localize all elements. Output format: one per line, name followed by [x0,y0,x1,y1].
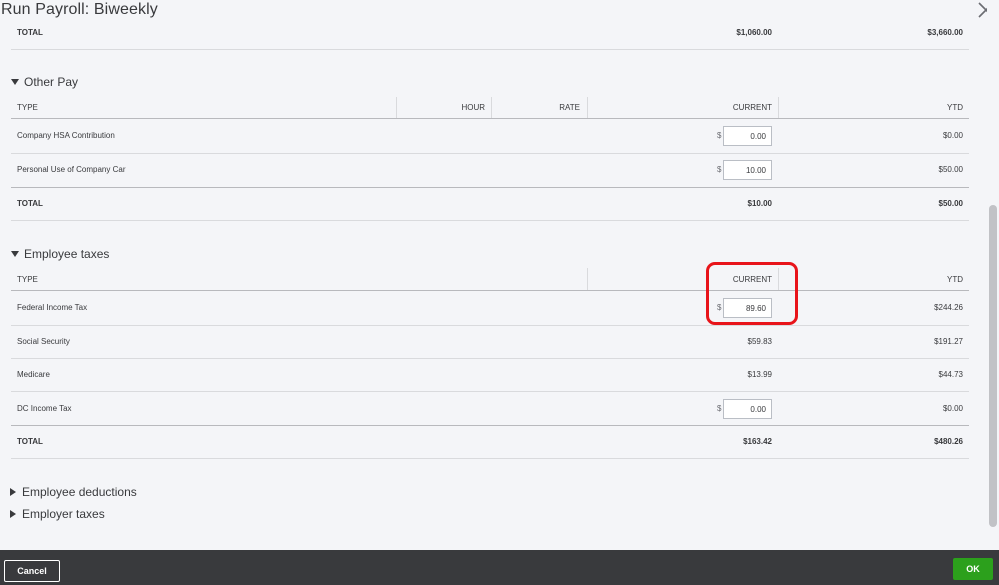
row-ytd: $0.00 [942,131,963,140]
row-type: Company HSA Contribution [17,131,115,140]
ok-button[interactable]: OK [953,558,993,580]
company-car-amount-input[interactable] [723,160,772,180]
currency-symbol: $ [717,165,722,174]
column-divider [587,268,588,290]
dc-income-tax-amount-input[interactable] [723,399,772,419]
highlight-annotation [706,262,798,325]
column-divider [491,97,492,118]
row-divider [11,358,969,359]
column-header-hour: HOUR [461,103,485,112]
employee-deductions-section-toggle[interactable]: Employee deductions [9,485,137,499]
other-pay-total-current: $10.00 [747,199,772,208]
currency-symbol: $ [717,404,722,413]
employee-taxes-total-current: $163.42 [743,437,772,446]
caret-right-icon [10,510,16,518]
column-divider [396,97,397,118]
column-header-current: CURRENT [732,103,772,112]
earnings-total-current: $1,060.00 [736,28,772,37]
earnings-total-label: TOTAL [17,28,43,37]
run-payroll-dialog: Run Payroll: Biweekly TOTAL $1,060.00 $3… [0,0,999,585]
header-divider [11,290,969,291]
other-pay-title: Other Pay [24,75,79,89]
row-current: $59.83 [747,337,772,346]
earnings-total-ytd: $3,660.00 [927,28,963,37]
column-header-ytd: YTD [947,275,963,284]
row-type: Personal Use of Company Car [17,165,126,174]
hsa-contribution-amount-input[interactable] [723,126,772,146]
other-pay-section-toggle[interactable]: Other Pay [11,75,78,89]
column-header-type: TYPE [17,275,38,284]
row-ytd: $244.26 [934,303,963,312]
other-pay-total-label: TOTAL [17,199,43,208]
column-header-rate: RATE [559,103,580,112]
dialog-footer: Cancel OK [0,550,999,585]
row-ytd: $50.00 [938,165,963,174]
divider [11,458,969,459]
employee-deductions-title: Employee deductions [22,485,137,499]
row-type: Social Security [17,337,70,346]
row-current: $13.99 [747,370,772,379]
cancel-button[interactable]: Cancel [4,560,60,582]
header-divider [11,118,969,119]
column-header-type: TYPE [17,103,38,112]
caret-right-icon [10,488,16,496]
row-divider [11,187,969,188]
row-ytd: $191.27 [934,337,963,346]
row-type: DC Income Tax [17,404,72,413]
employee-taxes-section-toggle[interactable]: Employee taxes [11,247,109,261]
employer-taxes-section-toggle[interactable]: Employer taxes [9,507,105,521]
row-ytd: $44.73 [938,370,963,379]
employer-taxes-title: Employer taxes [22,507,105,521]
caret-down-icon [11,251,19,257]
row-divider [11,425,969,426]
row-divider [11,153,969,154]
divider [11,220,969,221]
column-divider [778,97,779,118]
row-type: Medicare [17,370,50,379]
row-divider [11,325,969,326]
dialog-title: Run Payroll: Biweekly [1,1,158,18]
row-ytd: $0.00 [942,404,963,413]
employee-taxes-total-ytd: $480.26 [934,437,963,446]
employee-taxes-total-label: TOTAL [17,437,43,446]
caret-down-icon [11,79,19,85]
divider [11,49,969,50]
column-divider [587,97,588,118]
employee-taxes-title: Employee taxes [24,247,110,261]
column-header-ytd: YTD [947,103,963,112]
scrollbar-thumb[interactable] [989,205,997,527]
row-divider [11,391,969,392]
row-type: Federal Income Tax [17,303,88,312]
other-pay-total-ytd: $50.00 [938,199,963,208]
currency-symbol: $ [717,131,722,140]
